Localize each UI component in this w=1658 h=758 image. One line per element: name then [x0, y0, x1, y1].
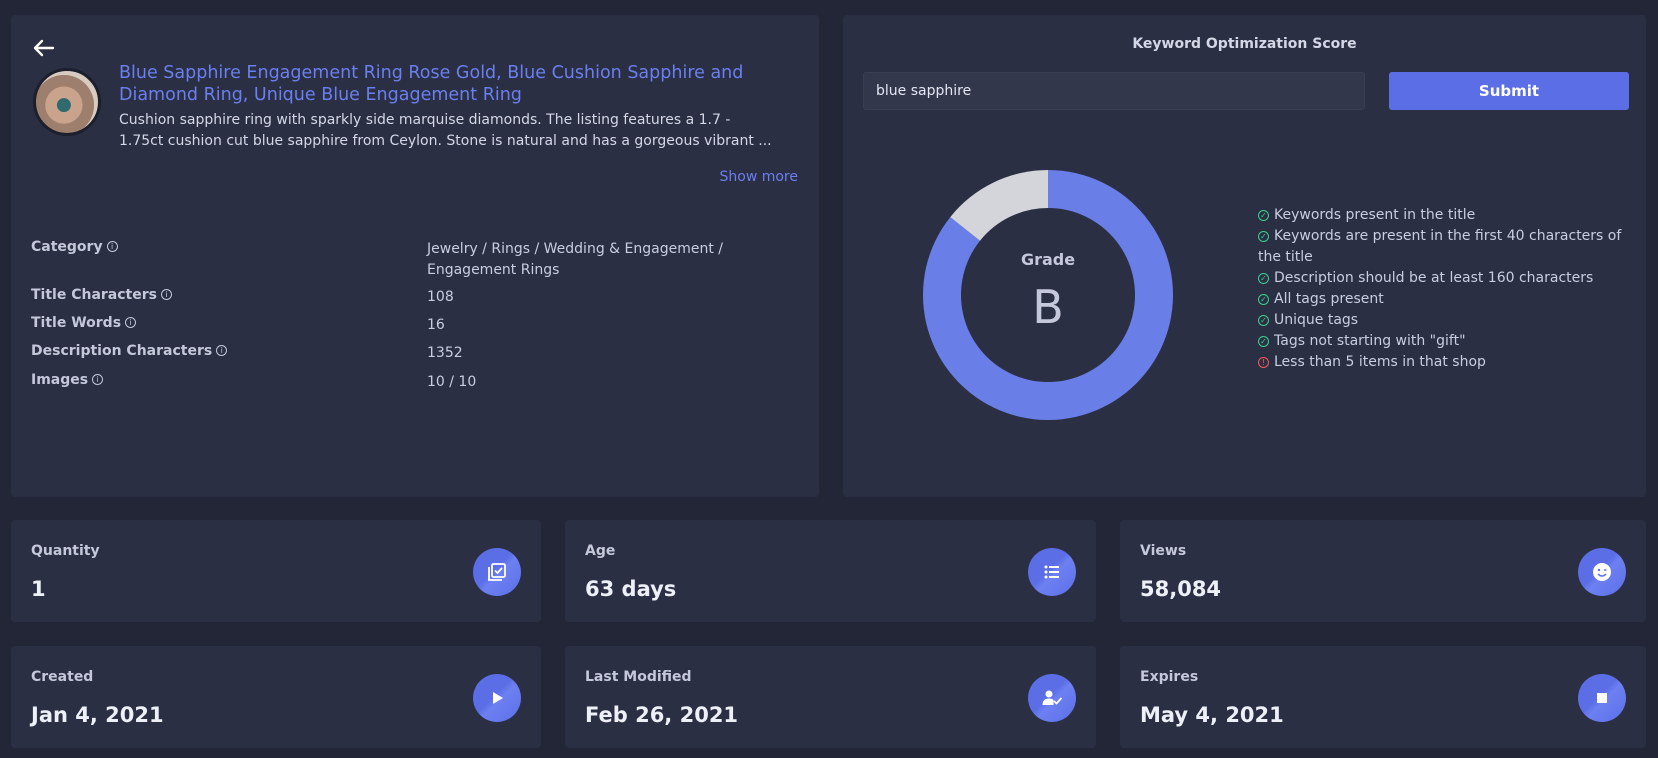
stat-label: Last Modified: [585, 669, 692, 685]
check-circle-icon: ✓: [1258, 315, 1269, 326]
meta-label: Description Characters i: [31, 343, 228, 359]
smiley-icon: [1578, 548, 1626, 596]
meta-value: 16: [427, 317, 445, 333]
meta-label-text: Title Characters: [31, 287, 157, 303]
check-item: ✓ All tags present: [1258, 289, 1628, 310]
info-icon[interactable]: i: [106, 241, 118, 252]
info-icon[interactable]: i: [125, 317, 137, 328]
check-text: Unique tags: [1274, 312, 1359, 328]
info-icon[interactable]: i: [160, 289, 172, 300]
age-card: Age 63 days: [565, 520, 1096, 622]
score-title: Keyword Optimization Score: [1132, 36, 1357, 52]
error-circle-icon: !: [1258, 357, 1269, 368]
submit-button[interactable]: Submit: [1389, 72, 1629, 110]
check-circle-icon: ✓: [1258, 210, 1269, 221]
meta-value: Jewelry / Rings / Wedding & Engagement /…: [427, 241, 723, 278]
check-text: Description should be at least 160 chara…: [1274, 270, 1594, 286]
stat-value: 1: [31, 577, 46, 601]
meta-label: Title Characters i: [31, 287, 172, 303]
check-item: ✓ Tags not starting with "gift": [1258, 331, 1628, 352]
meta-value: 1352: [427, 345, 463, 361]
stat-value: 63 days: [585, 577, 677, 601]
check-text: Keywords present in the title: [1274, 207, 1476, 223]
check-item: ✓ Description should be at least 160 char…: [1258, 268, 1628, 289]
stat-value: May 4, 2021: [1140, 703, 1284, 727]
meta-label-text: Description Characters: [31, 343, 213, 359]
quantity-card: Quantity 1: [11, 520, 541, 622]
keyword-score-card: Keyword Optimization Score Submit Grade …: [843, 15, 1646, 497]
meta-label: Category i: [31, 239, 118, 255]
check-item: ! Less than 5 items in that shop: [1258, 352, 1628, 373]
show-more-link[interactable]: Show more: [720, 169, 799, 185]
stat-value: 58,084: [1140, 577, 1222, 601]
expires-card: Expires May 4, 2021: [1120, 646, 1646, 748]
check-text: Keywords are present in the first 40 cha…: [1258, 228, 1622, 265]
check-item: ✓ Unique tags: [1258, 310, 1628, 331]
info-icon[interactable]: i: [216, 345, 228, 356]
meta-label-text: Images: [31, 372, 89, 388]
stat-value: Jan 4, 2021: [31, 703, 164, 727]
meta-label: Title Words i: [31, 315, 137, 331]
check-text: Tags not starting with "gift": [1274, 333, 1466, 349]
created-card: Created Jan 4, 2021: [11, 646, 541, 748]
meta-label-text: Title Words: [31, 315, 122, 331]
listing-thumbnail[interactable]: [33, 68, 101, 136]
score-checklist: ✓ Keywords present in the title ✓ Keywords…: [1258, 205, 1628, 373]
check-text: All tags present: [1274, 291, 1384, 307]
play-icon: [473, 674, 521, 722]
check-circle-icon: ✓: [1258, 294, 1269, 305]
grade-label: Grade: [1020, 250, 1076, 269]
meta-label: Images i: [31, 372, 104, 388]
user-check-icon: [1028, 674, 1076, 722]
list-icon: [1028, 548, 1076, 596]
info-icon[interactable]: i: [92, 374, 104, 385]
listing-card: Blue Sapphire Engagement Ring Rose Gold,…: [11, 15, 819, 497]
keyword-input[interactable]: [863, 72, 1365, 110]
check-circle-icon: ✓: [1258, 336, 1269, 347]
check-item: ✓ Keywords present in the title: [1258, 205, 1628, 226]
meta-value: 108: [427, 289, 454, 305]
stat-label: Age: [585, 543, 616, 559]
checklist-icon: [473, 548, 521, 596]
listing-title[interactable]: Blue Sapphire Engagement Ring Rose Gold,…: [119, 62, 779, 106]
views-card: Views 58,084: [1120, 520, 1646, 622]
grade-value: B: [1032, 280, 1064, 334]
back-arrow-icon[interactable]: [31, 35, 57, 61]
last-modified-card: Last Modified Feb 26, 2021: [565, 646, 1096, 748]
check-circle-icon: ✓: [1258, 231, 1269, 242]
meta-label-text: Category: [31, 239, 103, 255]
check-circle-icon: ✓: [1258, 273, 1269, 284]
meta-value: 10 / 10: [427, 374, 477, 390]
stat-value: Feb 26, 2021: [585, 703, 739, 727]
check-text: Less than 5 items in that shop: [1274, 354, 1486, 370]
stat-label: Expires: [1140, 669, 1199, 685]
check-item: ✓ Keywords are present in the first 40 ch…: [1258, 226, 1628, 268]
stat-label: Views: [1140, 543, 1187, 559]
stop-icon: [1578, 674, 1626, 722]
stat-label: Created: [31, 669, 94, 685]
stat-label: Quantity: [31, 543, 100, 559]
listing-description: Cushion sapphire ring with sparkly side …: [119, 112, 772, 149]
